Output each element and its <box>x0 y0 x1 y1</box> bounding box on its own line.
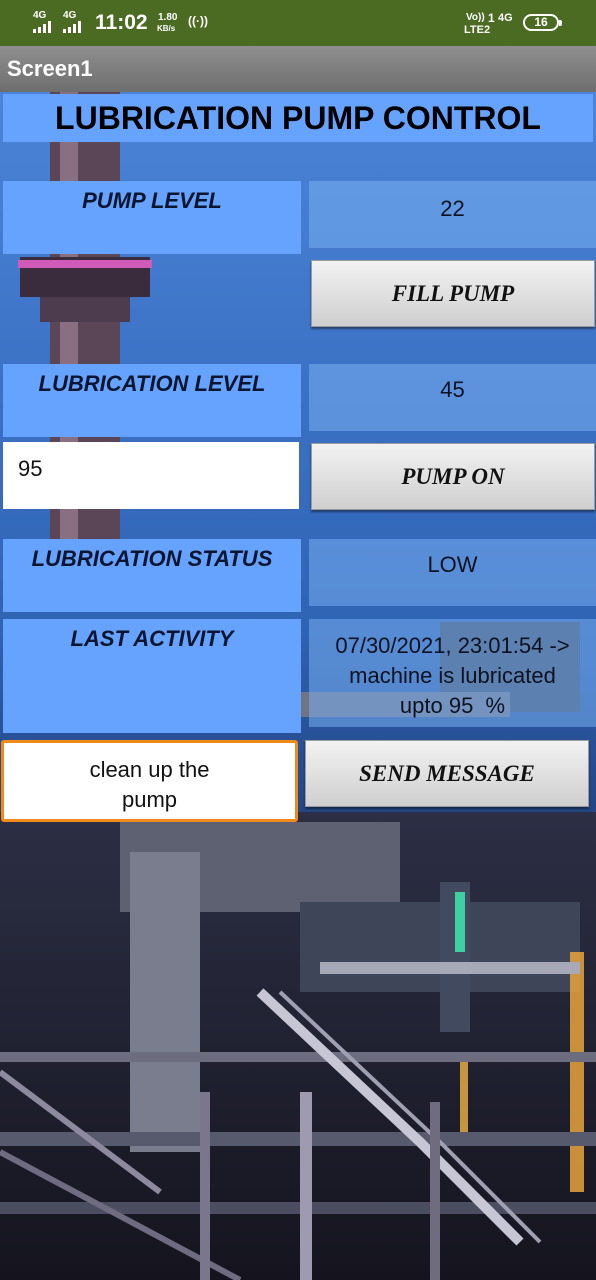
status-bar: 4G 4G 11:02 1.80 KB/s ((·)) Vo)) 1 LTE2 … <box>0 0 596 46</box>
network-type-label-2: 4G <box>63 10 77 21</box>
last-activity-value: 07/30/2021, 23:01:54 -> machine is lubri… <box>309 619 596 727</box>
network-type-label: 4G <box>33 10 47 21</box>
last-activity-line-1: 07/30/2021, 23:01:54 -> <box>335 633 570 658</box>
signal-icon <box>33 21 51 33</box>
fill-pump-button[interactable]: FILL PUMP <box>311 260 595 327</box>
lubrication-level-value: 45 <box>309 364 596 431</box>
app-header: LUBRICATION PUMP CONTROL <box>3 94 593 142</box>
volte-label: Vo)) <box>466 12 485 23</box>
message-input[interactable]: clean up the pump <box>1 740 298 822</box>
battery-icon: 16 <box>523 14 562 31</box>
last-activity-line-2: machine is lubricated <box>349 663 556 688</box>
network-4g-label: 4G <box>498 12 513 24</box>
screen-title: Screen1 <box>7 56 93 81</box>
lubrication-target-value: 95 <box>18 456 43 481</box>
lubrication-level-label: LUBRICATION LEVEL <box>3 364 301 437</box>
lubrication-status-value: LOW <box>309 539 596 606</box>
signal-icon-2 <box>63 21 81 33</box>
clock: 11:02 <box>95 11 148 34</box>
last-activity-line-3: upto 95 % <box>399 693 506 718</box>
pump-level-label: PUMP LEVEL <box>3 181 301 254</box>
send-message-button[interactable]: SEND MESSAGE <box>305 740 589 807</box>
lubrication-target-input[interactable]: 95 <box>3 442 299 509</box>
sim-number: 1 <box>488 11 495 25</box>
message-text-line-2: pump <box>121 787 178 812</box>
pump-on-button[interactable]: PUMP ON <box>311 443 595 510</box>
hotspot-icon: ((·)) <box>188 14 208 28</box>
lte-label: LTE2 <box>464 24 491 36</box>
speed-unit: KB/s <box>157 24 176 33</box>
pump-level-value: 22 <box>309 181 596 248</box>
last-activity-label: LAST ACTIVITY <box>3 619 301 733</box>
message-text-line-1: clean up the <box>89 757 210 782</box>
battery-level: 16 <box>534 15 548 29</box>
lubrication-status-label: LUBRICATION STATUS <box>3 539 301 612</box>
header-title: LUBRICATION PUMP CONTROL <box>55 100 541 136</box>
speed-value: 1.80 <box>158 12 178 23</box>
app-title-bar: Screen1 <box>0 46 596 92</box>
